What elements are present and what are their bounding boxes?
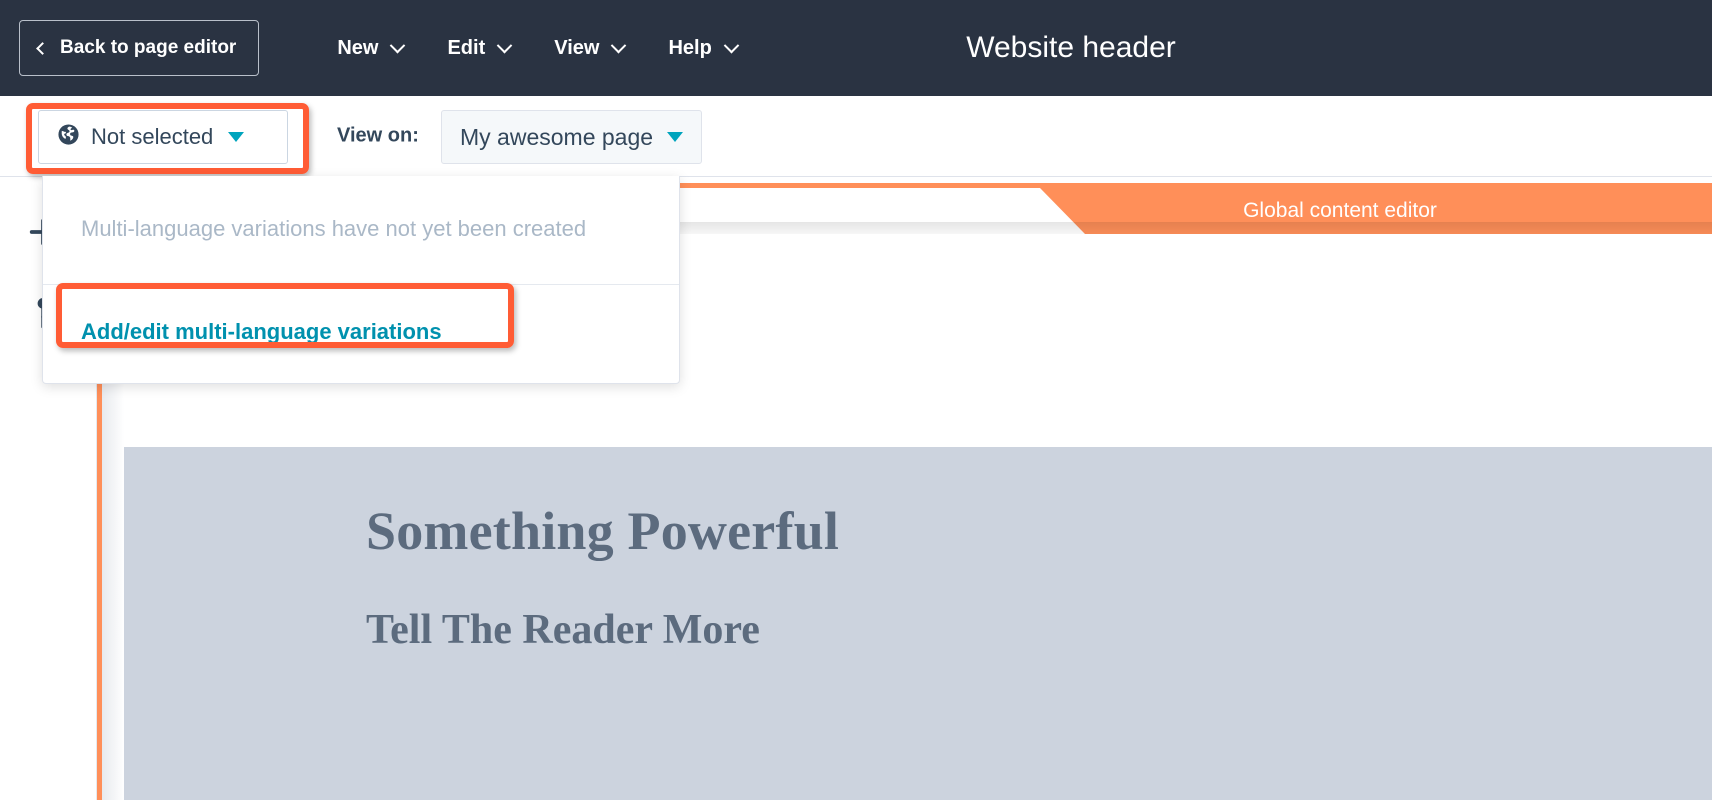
- menu-bar: New Edit View Help: [315, 27, 758, 70]
- dropdown-empty-message: Multi-language variations have not yet b…: [43, 176, 679, 285]
- chevron-left-icon: [36, 42, 49, 55]
- hero-subheading: Tell The Reader More: [366, 607, 760, 653]
- menu-item-view-label: View: [554, 36, 600, 59]
- page-select-value: My awesome page: [460, 123, 654, 150]
- menu-item-edit-label: Edit: [447, 36, 486, 59]
- chevron-down-icon: [723, 37, 740, 53]
- chevron-down-icon: [611, 37, 627, 53]
- chevron-down-icon: [496, 37, 513, 53]
- language-dropdown-panel: Multi-language variations have not yet b…: [42, 176, 680, 384]
- hero-heading: Something Powerful: [366, 501, 840, 561]
- menu-item-view[interactable]: View: [532, 27, 646, 70]
- add-edit-multi-language-link[interactable]: Add/edit multi-language variations: [43, 285, 679, 383]
- global-content-editor-app: Back to page editor New Edit View Help W…: [0, 0, 1712, 800]
- top-navigation-bar: Back to page editor New Edit View Help W…: [0, 0, 1712, 96]
- back-to-page-editor-label: Back to page editor: [60, 37, 237, 58]
- caret-down-icon: [228, 132, 245, 142]
- language-select-value: Not selected: [91, 124, 214, 149]
- caret-down-icon: [667, 132, 684, 142]
- menu-item-new[interactable]: New: [315, 27, 425, 70]
- menu-item-edit[interactable]: Edit: [425, 27, 532, 70]
- menu-item-help[interactable]: Help: [646, 27, 758, 70]
- editor-toolbar: Not selected View on: My awesome page: [0, 96, 1712, 265]
- page-select[interactable]: My awesome page: [441, 110, 703, 164]
- menu-item-new-label: New: [337, 36, 379, 59]
- menu-item-help-label: Help: [668, 36, 712, 59]
- back-to-page-editor-button[interactable]: Back to page editor: [19, 20, 260, 76]
- view-on-label: View on:: [337, 124, 419, 147]
- hero-section[interactable]: Something Powerful Tell The Reader More: [124, 447, 1712, 800]
- language-select[interactable]: Not selected: [38, 110, 288, 164]
- chevron-down-icon: [390, 37, 406, 53]
- globe-icon: [57, 123, 80, 151]
